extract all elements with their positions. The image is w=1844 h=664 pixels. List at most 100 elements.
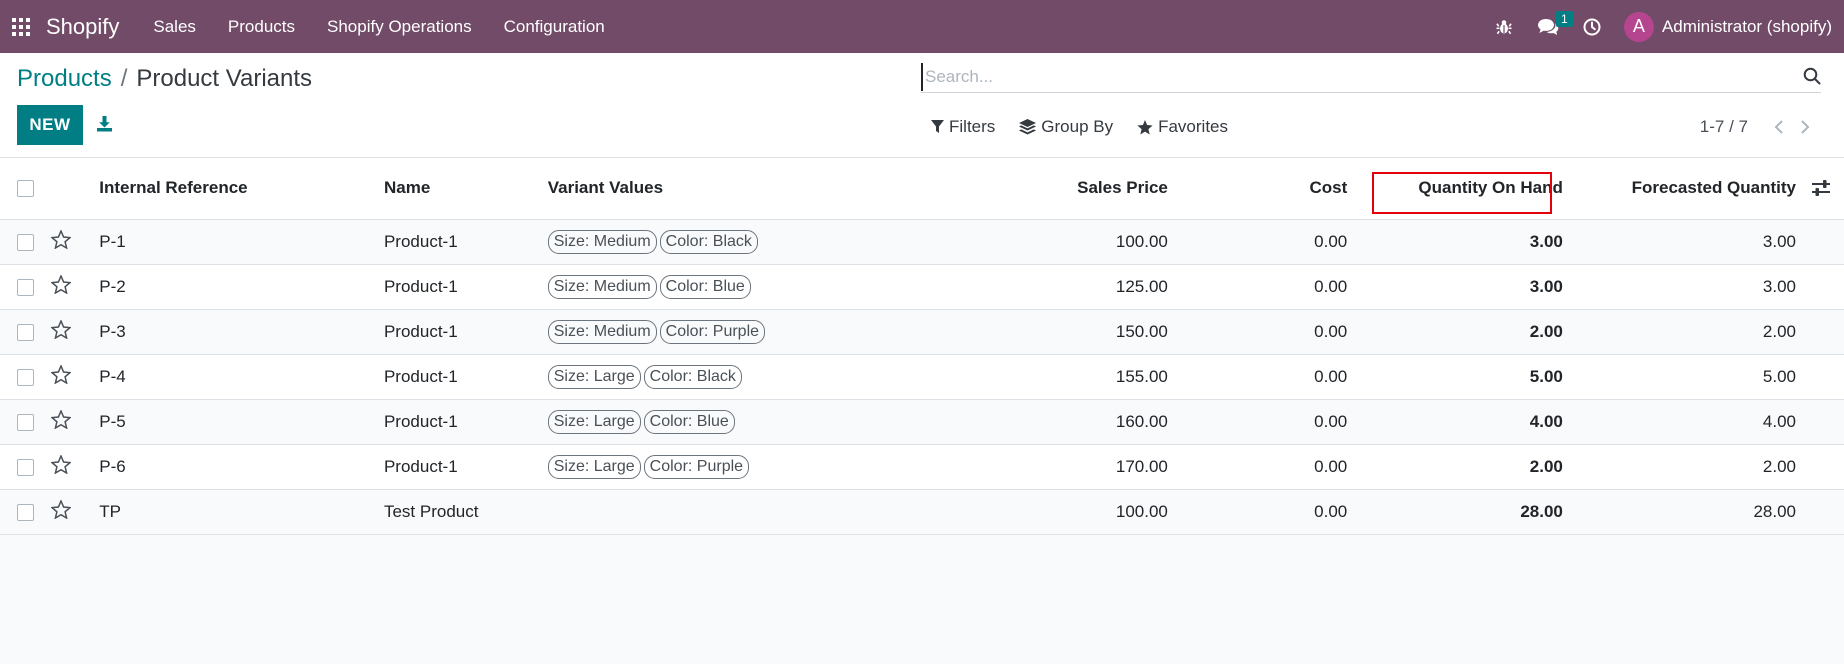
search-input[interactable] [921,62,1781,91]
row-checkbox[interactable] [17,278,34,296]
variant-value-tag: Size: Medium [547,274,657,299]
row-select-cell [0,354,51,399]
cell-sales-price: 150.00 [1115,321,1168,341]
header-sales-price[interactable]: Sales Price [879,158,1168,220]
cell-name: Product-1 [383,321,458,341]
favorite-star-icon[interactable] [50,228,72,254]
cell-quantity-on-hand: 5.00 [1529,366,1563,386]
variant-value-tag: Color: Purple [659,319,766,344]
favorite-star-icon[interactable] [50,408,72,434]
cell-name: Product-1 [383,456,458,476]
filters-button[interactable]: Filters [931,117,995,137]
table-row[interactable]: P-2 Product-1 Size: Medium Color: Blue 125.0… [0,264,1844,309]
menu-configuration[interactable]: Configuration [488,17,621,37]
cell-variant-values: Size: Medium Color: Blue [547,264,880,309]
cell-cost: 0.00 [1314,276,1348,296]
cell-name: Test Product [383,501,479,521]
table-row[interactable]: P-1 Product-1 Size: Medium Color: Black 100.… [0,219,1844,264]
favorite-star-icon[interactable] [50,363,72,389]
cell-sales-price: 125.00 [1115,276,1168,296]
pager-previous-icon[interactable] [1766,115,1792,139]
row-select-cell [0,219,51,264]
favorite-star-icon[interactable] [50,498,72,524]
search-options: Filters Group By Favorites [931,117,1252,137]
header-forecasted-quantity-label: Forecasted Quantity [1631,178,1796,198]
favorite-star-icon[interactable] [50,453,72,479]
menu-sales[interactable]: Sales [137,17,212,37]
header-cost[interactable]: Cost [1167,158,1348,220]
group-by-label: Group By [1041,117,1114,136]
user-name: Administrator (shopify) [1661,16,1832,36]
optional-columns-sliders-icon[interactable] [1812,180,1830,201]
cell-variant-values: Size: Medium Color: Black [547,219,880,264]
row-checkbox[interactable] [17,458,34,476]
cell-forecasted-quantity: 3.00 [1762,276,1796,296]
cell-name: Product-1 [383,411,458,431]
favorite-star-icon[interactable] [50,273,72,299]
breadcrumb-separator: / [120,65,128,92]
cell-cost: 0.00 [1314,231,1348,251]
cell-forecasted-quantity: 28.00 [1753,501,1796,521]
cell-cost: 0.00 [1314,411,1348,431]
cell-internal-reference: P-5 [99,411,126,431]
cell-cost: 0.00 [1314,366,1348,386]
row-select-cell [0,399,51,444]
row-select-cell [0,264,51,309]
table-row[interactable]: P-4 Product-1 Size: Large Color: Black 155.0… [0,354,1844,399]
table-row[interactable]: P-5 Product-1 Size: Large Color: Blue 160.00… [0,399,1844,444]
cell-quantity-on-hand: 3.00 [1529,231,1563,251]
select-all-checkbox[interactable] [17,180,34,198]
user-menu[interactable]: A Administrator (shopify) [1623,11,1832,42]
header-forecasted-quantity[interactable]: Forecasted Quantity [1582,158,1844,220]
navbar-systray: 1 A Administrator (shopify) [1482,0,1844,53]
cell-forecasted-quantity: 3.00 [1762,231,1796,251]
cell-cost: 0.00 [1314,456,1348,476]
variant-value-tag: Size: Medium [547,229,657,254]
app-menu-icon[interactable] [0,0,42,53]
group-by-button[interactable]: Group By [1019,117,1113,137]
messages-chat-icon[interactable]: 1 [1526,0,1573,53]
header-quantity-on-hand[interactable]: Quantity On Hand [1347,158,1583,220]
table-row[interactable]: P-3 Product-1 Size: Medium Color: Purple 150… [0,309,1844,354]
variant-value-tag: Color: Purple [643,454,750,479]
row-select-cell [0,309,51,354]
cell-variant-values [548,489,880,534]
cell-internal-reference: P-3 [99,321,126,341]
cell-quantity-on-hand: 2.00 [1529,321,1563,341]
new-button[interactable]: NEW [17,105,83,145]
row-checkbox[interactable] [17,368,34,386]
favorites-button[interactable]: Favorites [1137,117,1228,137]
cell-name: Product-1 [383,366,458,386]
row-favorite-cell [50,309,98,354]
row-favorite-cell [50,219,98,264]
cell-internal-reference: P-1 [99,231,126,251]
pager-next-icon[interactable] [1792,115,1818,139]
app-brand[interactable]: Shopify [46,14,119,40]
cell-quantity-on-hand: 28.00 [1520,501,1563,521]
pager-value[interactable]: 1-7 / 7 [1700,117,1748,137]
header-name[interactable]: Name [383,158,548,220]
download-icon[interactable] [92,111,116,137]
table-row[interactable]: TP Test Product 100.00 0.00 28.00 28.00 [0,489,1844,534]
row-checkbox[interactable] [17,413,34,431]
row-checkbox[interactable] [17,233,34,251]
header-variant-values[interactable]: Variant Values [547,158,880,220]
cell-name: Product-1 [383,231,458,251]
breadcrumb-products-link[interactable]: Products [17,65,112,93]
row-checkbox[interactable] [17,503,34,521]
menu-products[interactable]: Products [212,17,311,37]
activities-clock-icon[interactable] [1570,0,1614,53]
variant-value-tag: Color: Black [659,229,758,254]
control-panel: Products / Product Variants NEW Filters [0,53,1844,158]
debug-bug-icon[interactable] [1482,0,1526,53]
header-internal-reference[interactable]: Internal Reference [98,158,384,220]
cell-forecasted-quantity: 5.00 [1762,366,1796,386]
top-navbar: Shopify Sales Products Shopify Operation… [0,0,1844,53]
table-row[interactable]: P-6 Product-1 Size: Large Color: Purple 170.… [0,444,1844,489]
favorite-star-icon[interactable] [50,318,72,344]
star-icon [1137,119,1153,134]
search-icon[interactable] [1803,67,1821,90]
row-checkbox[interactable] [17,323,34,341]
menu-shopify-operations[interactable]: Shopify Operations [311,17,488,37]
empty-area [0,538,1844,664]
